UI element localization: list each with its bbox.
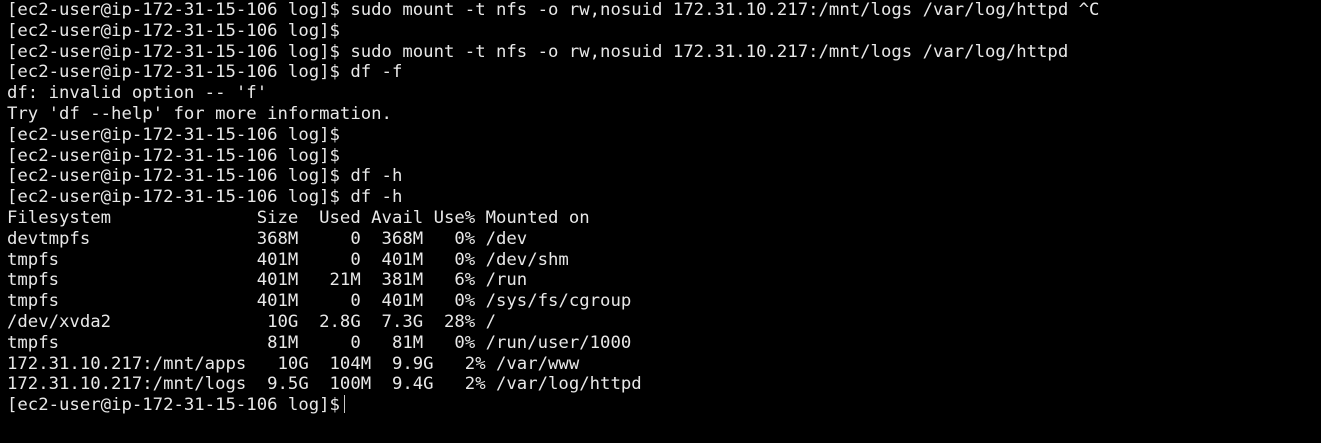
terminal-line: [ec2-user@ip-172-31-15-106 log]$ df -h bbox=[7, 187, 403, 208]
terminal-line: [ec2-user@ip-172-31-15-106 log]$ df -f bbox=[7, 62, 403, 83]
terminal-output: [ec2-user@ip-172-31-15-106 log]$ sudo mo… bbox=[7, 0, 1321, 395]
df-row: 172.31.10.217:/mnt/logs 9.5G 100M 9.4G 2… bbox=[7, 374, 642, 395]
current-prompt-line[interactable]: [ec2-user@ip-172-31-15-106 log]$ bbox=[7, 395, 1321, 416]
terminal-line: [ec2-user@ip-172-31-15-106 log]$ bbox=[7, 124, 340, 145]
terminal-line: [ec2-user@ip-172-31-15-106 log]$ sudo mo… bbox=[7, 41, 1069, 62]
df-row: tmpfs 401M 0 401M 0% /dev/shm bbox=[7, 249, 569, 270]
terminal-line: [ec2-user@ip-172-31-15-106 log]$ df -h bbox=[7, 166, 403, 187]
prompt-text: [ec2-user@ip-172-31-15-106 log]$ bbox=[7, 395, 340, 416]
df-row: /dev/xvda2 10G 2.8G 7.3G 28% / bbox=[7, 311, 496, 332]
df-row: tmpfs 81M 0 81M 0% /run/user/1000 bbox=[7, 332, 632, 353]
terminal-window[interactable]: [ec2-user@ip-172-31-15-106 log]$ sudo mo… bbox=[0, 0, 1321, 443]
terminal-line: df: invalid option -- 'f' bbox=[7, 83, 268, 104]
df-row: tmpfs 401M 21M 381M 6% /run bbox=[7, 270, 528, 291]
df-row: 172.31.10.217:/mnt/apps 10G 104M 9.9G 2%… bbox=[7, 353, 580, 374]
terminal-line: [ec2-user@ip-172-31-15-106 log]$ bbox=[7, 20, 340, 41]
terminal-line: Try 'df --help' for more information. bbox=[7, 103, 392, 124]
text-cursor bbox=[343, 395, 345, 414]
terminal-line: [ec2-user@ip-172-31-15-106 log]$ sudo mo… bbox=[7, 0, 1100, 20]
df-header-row: Filesystem Size Used Avail Use% Mounted … bbox=[7, 207, 590, 228]
terminal-line: [ec2-user@ip-172-31-15-106 log]$ bbox=[7, 145, 340, 166]
df-row: devtmpfs 368M 0 368M 0% /dev bbox=[7, 228, 528, 249]
df-row: tmpfs 401M 0 401M 0% /sys/fs/cgroup bbox=[7, 291, 632, 312]
